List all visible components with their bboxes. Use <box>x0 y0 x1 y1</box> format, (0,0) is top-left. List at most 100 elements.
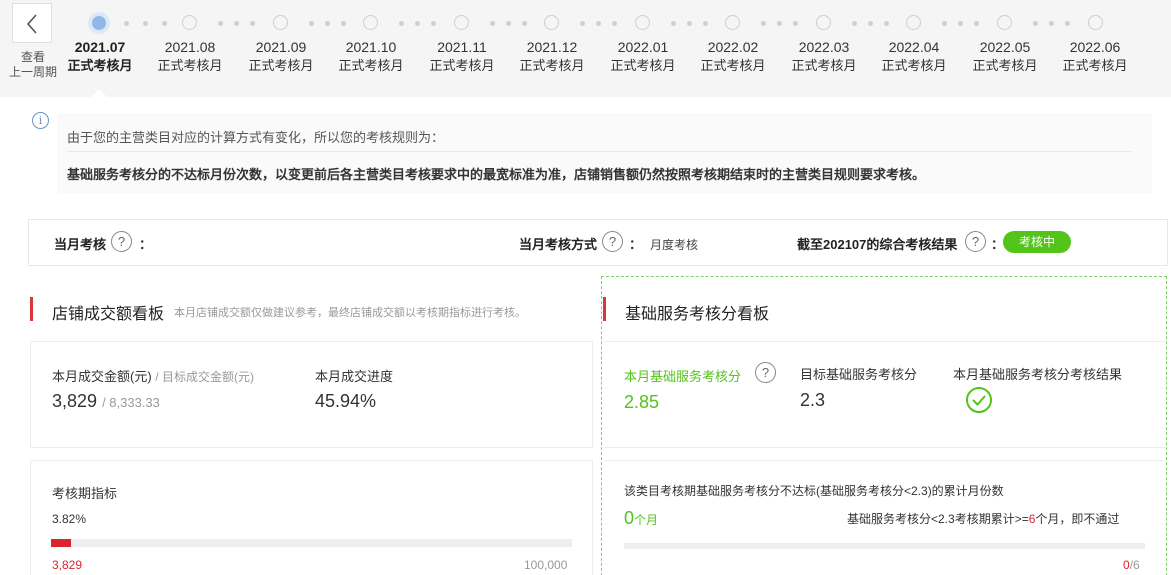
previous-period-label[interactable]: 查看 上一周期 <box>6 50 60 80</box>
timeline-mini-dot <box>250 21 255 26</box>
monthly-score-value: 2.85 <box>624 392 660 412</box>
colon: ： <box>139 237 153 252</box>
timeline-dot-active[interactable] <box>92 16 106 30</box>
monthly-score-label: 本月基础服务考核分 <box>624 369 742 384</box>
timeline-mini-dot <box>761 21 766 26</box>
timeline-mini-dot <box>143 21 148 26</box>
monthly-assessment-label: 当月考核 <box>54 237 107 252</box>
help-icon[interactable]: ? <box>602 231 623 252</box>
score-result-label: 本月基础服务考核分考核结果 <box>953 367 1123 382</box>
notice-line-2: 基础服务考核分的不达标月份次数，以变更前后各主营类目考核要求中的最宽标准为准，店… <box>67 167 926 182</box>
timeline-dot[interactable] <box>454 15 469 30</box>
timeline-mini-dot <box>234 21 239 26</box>
month-tab[interactable]: 2022.06 正式考核月 <box>1050 38 1140 75</box>
fail-count-card: 该类目考核期基础服务考核分不达标(基础服务考核分<2.3)的累计月份数 0个月 … <box>604 460 1165 575</box>
info-icon: i <box>32 112 49 129</box>
active-month-caret <box>91 89 107 97</box>
sales-board-subtitle: 本月店铺成交额仅做建议参考，最终店铺成交额以考核期指标进行考核。 <box>174 307 526 319</box>
month-tab[interactable]: 2021.10 正式考核月 <box>326 38 416 75</box>
service-board-title: 基础服务考核分看板 <box>625 306 770 323</box>
timeline-dot[interactable] <box>1088 15 1103 30</box>
timeline-dot[interactable] <box>273 15 288 30</box>
colon: ： <box>629 237 643 252</box>
section-accent-bar <box>603 297 606 321</box>
timeline-mini-dot <box>1065 21 1070 26</box>
timeline-mini-dot <box>793 21 798 26</box>
timeline-mini-dot <box>325 21 330 26</box>
month-tab[interactable]: 2021.12 正式考核月 <box>507 38 597 75</box>
month-tab[interactable]: 2022.05 正式考核月 <box>960 38 1050 75</box>
assessment-summary: 当月考核 ? ： 当月考核方式 ? ： 月度考核 截至202107的综合考核结果… <box>28 219 1168 266</box>
period-timeline: 查看 上一周期 2021.07 正式考核月 2021.08 正式考核月 2021… <box>0 0 1171 97</box>
timeline-dot[interactable] <box>906 15 921 30</box>
target-score-value: 2.3 <box>800 390 826 410</box>
timeline-mini-dot <box>415 21 420 26</box>
timeline-mini-dot <box>687 21 692 26</box>
fail-progress-text: 0/6 <box>1123 558 1140 572</box>
previous-period-button[interactable] <box>12 3 52 43</box>
period-target-value: 100,000 <box>524 558 568 572</box>
timeline-dot[interactable] <box>816 15 831 30</box>
timeline-dot[interactable] <box>635 15 650 30</box>
period-percent: 3.82% <box>52 512 87 526</box>
target-score-label: 目标基础服务考核分 <box>800 367 918 382</box>
timeline-dot[interactable] <box>997 15 1012 30</box>
help-icon[interactable]: ? <box>965 231 986 252</box>
timeline-dot[interactable] <box>363 15 378 30</box>
month-tab[interactable]: 2021.09 正式考核月 <box>236 38 326 75</box>
monthly-progress-label: 本月成交进度 <box>315 369 394 384</box>
timeline-dot[interactable] <box>544 15 559 30</box>
timeline-mini-dot <box>868 21 873 26</box>
help-icon[interactable]: ? <box>755 362 776 383</box>
month-tab[interactable]: 2021.07 正式考核月 <box>55 38 145 75</box>
timeline-mini-dot <box>124 21 129 26</box>
month-tab[interactable]: 2022.03 正式考核月 <box>779 38 869 75</box>
timeline-mini-dot <box>703 21 708 26</box>
month-tab[interactable]: 2021.08 正式考核月 <box>145 38 235 75</box>
period-target-label: 考核期指标 <box>52 486 118 501</box>
period-current-value: 3,829 <box>52 558 83 572</box>
sales-board-title: 店铺成交额看板 <box>52 306 165 323</box>
period-progress-bar <box>51 539 572 547</box>
timeline-dot[interactable] <box>182 15 197 30</box>
notice-line-1: 由于您的主营类目对应的计算方式有变化，所以您的考核规则为： <box>67 130 445 145</box>
timeline-mini-dot <box>490 21 495 26</box>
timeline-mini-dot <box>399 21 404 26</box>
timeline-mini-dot <box>958 21 963 26</box>
colon: ： <box>991 237 1005 252</box>
timeline-mini-dot <box>1033 21 1038 26</box>
timeline-mini-dot <box>506 21 511 26</box>
timeline-mini-dot <box>309 21 314 26</box>
rule-notice: 由于您的主营类目对应的计算方式有变化，所以您的考核规则为： 基础服务考核分的不达… <box>57 113 1152 193</box>
timeline-mini-dot <box>671 21 676 26</box>
timeline-mini-dot <box>522 21 527 26</box>
status-badge: 考核中 <box>1003 231 1071 253</box>
chevron-left-icon <box>26 14 37 34</box>
timeline-mini-dot <box>942 21 947 26</box>
month-tab[interactable]: 2021.11 正式考核月 <box>417 38 507 75</box>
monthly-amount-value: 3,829 / 8,333.33 <box>52 391 160 411</box>
timeline-mini-dot <box>1049 21 1054 26</box>
notice-divider <box>67 151 1132 152</box>
timeline-mini-dot <box>777 21 782 26</box>
month-tab[interactable]: 2022.02 正式考核月 <box>688 38 778 75</box>
period-progress-fill <box>51 539 71 547</box>
fail-count-label: 该类目考核期基础服务考核分不达标(基础服务考核分<2.3)的累计月份数 <box>624 484 1004 498</box>
timeline-dot[interactable] <box>725 15 740 30</box>
timeline-mini-dot <box>218 21 223 26</box>
timeline-mini-dot <box>884 21 889 26</box>
timeline-mini-dot <box>431 21 436 26</box>
month-tab[interactable]: 2022.04 正式考核月 <box>869 38 959 75</box>
check-circle-icon <box>966 387 992 413</box>
timeline-mini-dot <box>612 21 617 26</box>
timeline-mini-dot <box>162 21 167 26</box>
month-tab[interactable]: 2022.01 正式考核月 <box>598 38 688 75</box>
timeline-mini-dot <box>341 21 346 26</box>
help-icon[interactable]: ? <box>111 231 132 252</box>
fail-progress-bar <box>624 543 1145 549</box>
overall-result-label: 截至202107的综合考核结果 <box>797 237 958 252</box>
monthly-progress-value: 45.94% <box>315 391 377 411</box>
timeline-mini-dot <box>852 21 857 26</box>
assessment-method-value: 月度考核 <box>650 238 699 252</box>
timeline-mini-dot <box>596 21 601 26</box>
